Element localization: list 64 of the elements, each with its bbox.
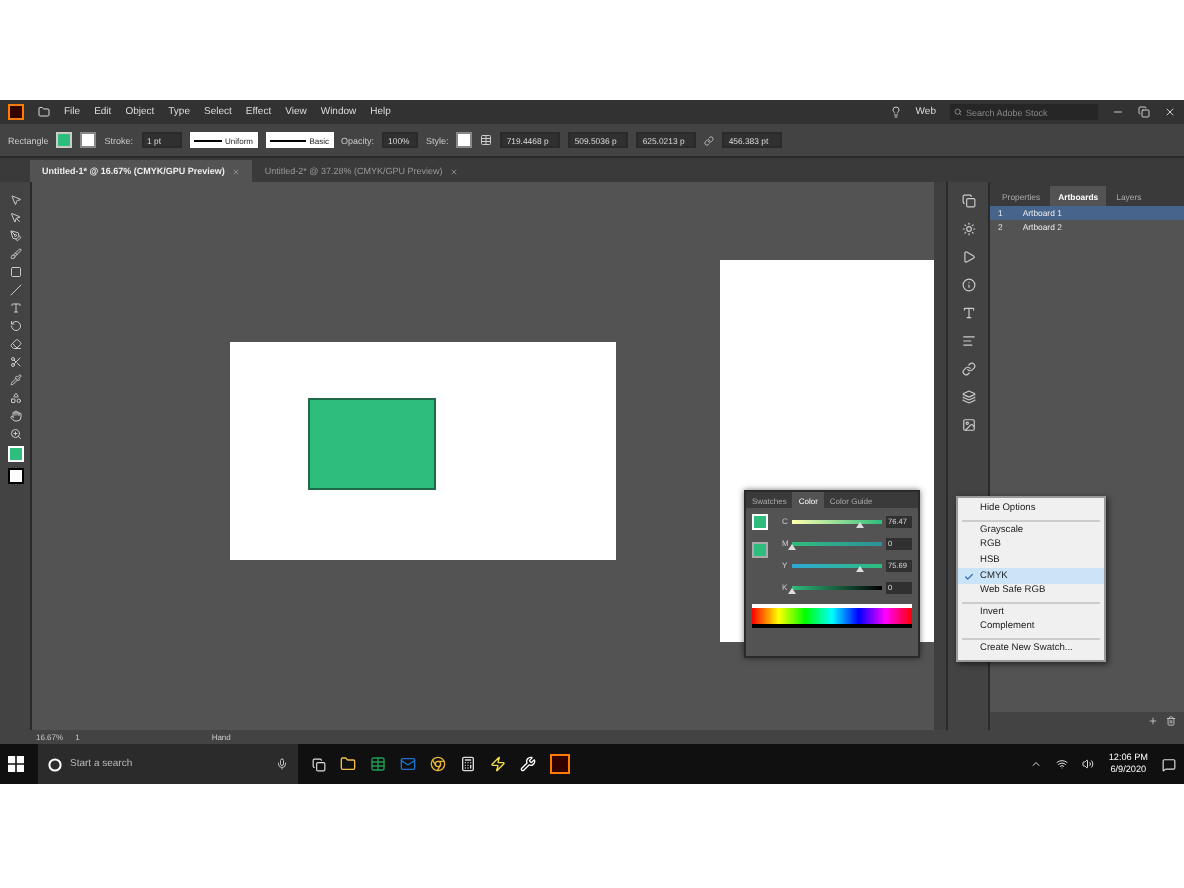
- folder-icon[interactable]: [340, 756, 356, 772]
- line-icon[interactable]: [9, 284, 21, 296]
- spreadsheet-icon[interactable]: [370, 756, 386, 772]
- color-spectrum[interactable]: [752, 604, 912, 628]
- app-logo: [8, 104, 24, 120]
- link-icon[interactable]: [704, 135, 715, 145]
- color-chip[interactable]: [752, 542, 768, 558]
- slider-thumb[interactable]: [787, 587, 796, 593]
- eraser-icon[interactable]: [9, 338, 21, 350]
- microphone-icon[interactable]: [276, 758, 288, 770]
- fill-swatch[interactable]: [56, 132, 73, 148]
- style-swatch[interactable]: [456, 132, 473, 148]
- pointer-icon[interactable]: [9, 194, 21, 206]
- text-icon[interactable]: [9, 302, 21, 314]
- layers-icon[interactable]: [961, 390, 975, 404]
- link-icon[interactable]: [961, 362, 975, 376]
- slider-thumb[interactable]: [788, 543, 797, 549]
- slider-thumb[interactable]: [856, 521, 865, 527]
- arrow-pointer-icon[interactable]: [9, 212, 21, 224]
- browser-icon[interactable]: [430, 756, 446, 772]
- chevron-up-icon[interactable]: [1030, 758, 1043, 770]
- shapes-icon[interactable]: [9, 392, 21, 404]
- hand-icon[interactable]: [9, 410, 21, 422]
- info-icon[interactable]: [961, 278, 975, 292]
- windows-icon[interactable]: [8, 756, 24, 772]
- lightbulb-icon[interactable]: [889, 106, 902, 118]
- fill-color-swatch[interactable]: [7, 446, 23, 462]
- image-icon[interactable]: [961, 418, 975, 432]
- wrench-icon[interactable]: [520, 756, 536, 772]
- rectangle-shape: [308, 398, 436, 490]
- calculator-icon[interactable]: [460, 756, 476, 772]
- slider-thumb[interactable]: [856, 565, 865, 571]
- rotate-icon[interactable]: [9, 320, 21, 332]
- text-icon[interactable]: [961, 306, 975, 320]
- lightning-icon[interactable]: [490, 756, 506, 772]
- square-icon[interactable]: [9, 266, 21, 278]
- pen-icon[interactable]: [9, 230, 21, 242]
- grid-icon[interactable]: [480, 134, 493, 146]
- task-view-icon[interactable]: [312, 757, 326, 771]
- minimize-icon[interactable]: [1112, 106, 1124, 118]
- restore-icon[interactable]: [1138, 106, 1150, 118]
- app-icon[interactable]: [550, 754, 570, 774]
- stroke-color-swatch[interactable]: [7, 468, 23, 484]
- paragraph-icon[interactable]: [961, 334, 975, 348]
- brush-icon[interactable]: [9, 248, 21, 260]
- zoom-icon[interactable]: [9, 428, 21, 440]
- network-icon[interactable]: [1056, 758, 1069, 770]
- home-icon[interactable]: [38, 106, 50, 118]
- eyedropper-icon[interactable]: [9, 374, 21, 386]
- mail-icon[interactable]: [400, 756, 416, 772]
- add-icon[interactable]: [1148, 716, 1158, 726]
- fill-color-swatch[interactable]: [752, 514, 768, 530]
- notifications-icon[interactable]: [1162, 757, 1176, 771]
- close-icon[interactable]: [1164, 106, 1176, 118]
- search-icon: [954, 108, 962, 116]
- sun-icon[interactable]: [961, 222, 975, 236]
- stroke-swatch[interactable]: [80, 132, 97, 148]
- circle-icon: [48, 757, 62, 771]
- trash-icon[interactable]: [1166, 716, 1176, 726]
- check-icon: [964, 571, 974, 582]
- volume-icon[interactable]: [1082, 758, 1095, 770]
- pages-icon[interactable]: [961, 194, 975, 208]
- play-icon[interactable]: [961, 250, 975, 264]
- scissors-icon[interactable]: [9, 356, 21, 368]
